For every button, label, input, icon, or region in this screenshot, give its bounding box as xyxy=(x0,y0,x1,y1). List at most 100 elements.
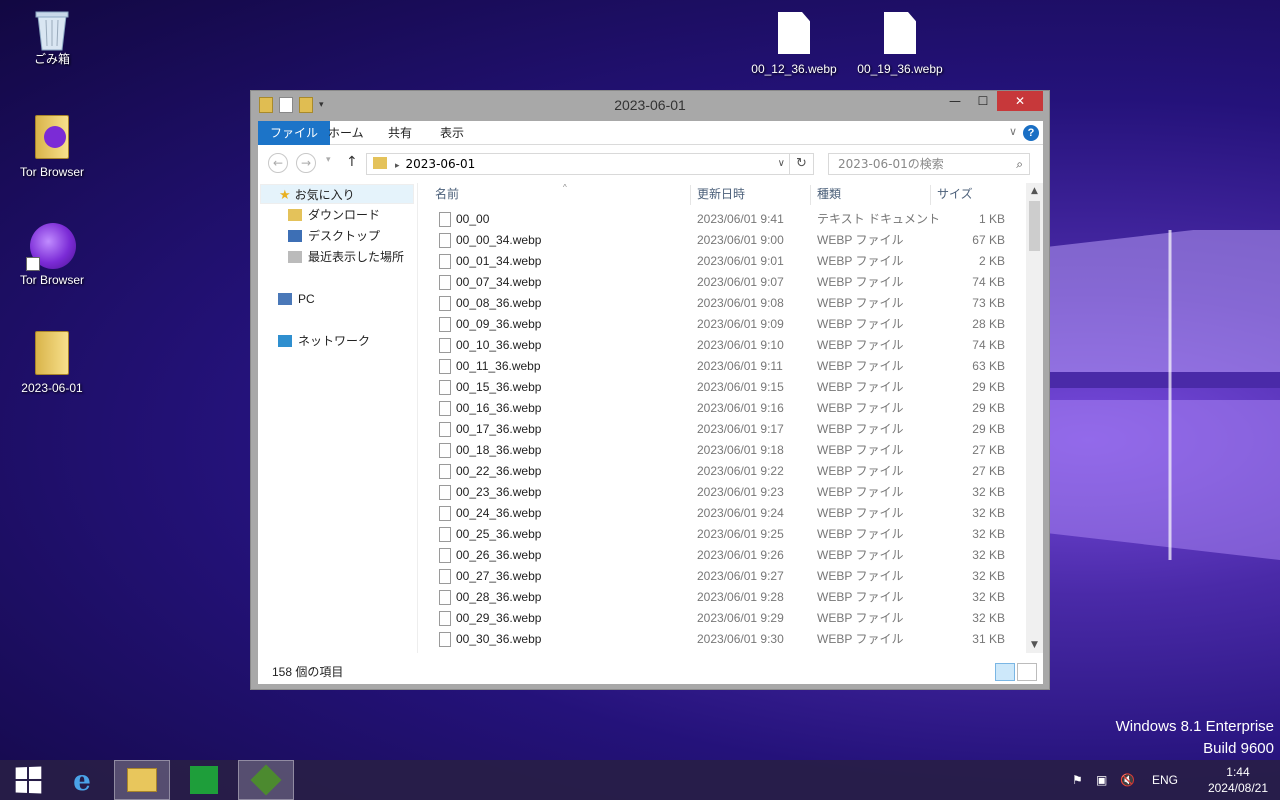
minimize-button[interactable]: — xyxy=(941,91,969,111)
forward-button[interactable]: → xyxy=(296,153,316,173)
column-divider[interactable] xyxy=(930,185,931,205)
nav-pc[interactable]: PC xyxy=(278,289,315,309)
start-button[interactable] xyxy=(0,760,56,800)
file-icon xyxy=(439,296,451,311)
title-bar[interactable]: ▾ 2023-06-01 — ☐ ✕ xyxy=(251,91,1049,121)
file-date: 2023/06/01 9:28 xyxy=(697,590,784,604)
column-header-name[interactable]: 名前 ^ xyxy=(435,183,685,205)
volume-muted-icon[interactable]: 🔇 xyxy=(1120,773,1135,787)
taskbar-internet-explorer[interactable]: e xyxy=(54,760,110,800)
desktop-icon-tor-browser-folder[interactable]: Tor Browser xyxy=(6,115,98,179)
tab-share[interactable]: 共有 xyxy=(376,121,424,145)
table-row[interactable]: 00_10_36.webp 2023/06/01 9:10 WEBP ファイル 74 … xyxy=(423,335,1013,356)
table-row[interactable]: 00_29_36.webp 2023/06/01 9:29 WEBP ファイル 32 … xyxy=(423,608,1013,629)
nav-favorites[interactable]: ★ お気に入り xyxy=(260,184,414,204)
clock[interactable]: 1:44 2024/08/21 xyxy=(1208,764,1268,796)
column-header-size[interactable]: サイズ xyxy=(937,183,973,205)
scrollbar-thumb[interactable] xyxy=(1029,201,1040,251)
search-icon[interactable]: ⌕ xyxy=(1016,154,1023,174)
chevron-down-icon[interactable]: ∨ xyxy=(778,154,785,174)
desktop-icon-webp-file[interactable]: 00_12_36.webp xyxy=(748,12,840,76)
file-icon xyxy=(878,12,922,58)
up-button[interactable]: ↑ xyxy=(346,154,358,170)
address-field[interactable]: ▸ 2023-06-01 ∨ xyxy=(366,153,790,175)
file-size: 1 KB xyxy=(978,212,1005,226)
column-header-date[interactable]: 更新日時 xyxy=(697,183,745,205)
table-row[interactable]: 00_00 2023/06/01 9:41 テキスト ドキュメント 1 KB xyxy=(423,209,1013,230)
table-row[interactable]: 00_24_36.webp 2023/06/01 9:24 WEBP ファイル 32 … xyxy=(423,503,1013,524)
refresh-button[interactable]: ↻ xyxy=(790,153,814,175)
details-view-icon[interactable] xyxy=(995,663,1015,681)
table-row[interactable]: 00_17_36.webp 2023/06/01 9:17 WEBP ファイル 29 … xyxy=(423,419,1013,440)
taskbar-store[interactable] xyxy=(176,760,232,800)
table-row[interactable]: 00_30_36.webp 2023/06/01 9:30 WEBP ファイル 31 … xyxy=(423,629,1013,650)
expand-ribbon-icon[interactable]: ∨ xyxy=(1009,125,1017,138)
table-row[interactable]: 00_15_36.webp 2023/06/01 9:15 WEBP ファイル 29 … xyxy=(423,377,1013,398)
table-row[interactable]: 00_22_36.webp 2023/06/01 9:22 WEBP ファイル 27 … xyxy=(423,461,1013,482)
recent-locations-chevron-icon[interactable]: ▾ xyxy=(326,155,331,165)
large-icons-view-icon[interactable] xyxy=(1017,663,1037,681)
help-icon[interactable]: ? xyxy=(1023,125,1039,141)
file-type: WEBP ファイル xyxy=(817,422,904,436)
desktop-icon-folder-2023-06-01[interactable]: 2023-06-01 xyxy=(6,331,98,395)
breadcrumb[interactable]: 2023-06-01 xyxy=(406,157,476,171)
table-row[interactable]: 00_07_34.webp 2023/06/01 9:07 WEBP ファイル 74 … xyxy=(423,272,1013,293)
back-button[interactable]: ← xyxy=(268,153,288,173)
column-divider[interactable] xyxy=(690,185,691,205)
column-divider[interactable] xyxy=(810,185,811,205)
file-name: 00_17_36.webp xyxy=(456,422,542,436)
search-input[interactable]: 2023-06-01の検索 ⌕ xyxy=(828,153,1030,175)
desktop-icon-tor-browser-shortcut[interactable]: Tor Browser xyxy=(6,223,98,287)
maximize-button[interactable]: ☐ xyxy=(969,91,997,111)
table-row[interactable]: 00_26_36.webp 2023/06/01 9:26 WEBP ファイル 32 … xyxy=(423,545,1013,566)
table-row[interactable]: 00_01_34.webp 2023/06/01 9:01 WEBP ファイル 2 K… xyxy=(423,251,1013,272)
table-row[interactable]: 00_11_36.webp 2023/06/01 9:11 WEBP ファイル 63 … xyxy=(423,356,1013,377)
file-type: WEBP ファイル xyxy=(817,401,904,415)
table-row[interactable]: 00_18_36.webp 2023/06/01 9:18 WEBP ファイル 27 … xyxy=(423,440,1013,461)
table-row[interactable]: 00_23_36.webp 2023/06/01 9:23 WEBP ファイル 32 … xyxy=(423,482,1013,503)
input-language[interactable]: ENG xyxy=(1152,773,1178,787)
nav-recent-places[interactable]: 最近表示した場所 xyxy=(288,247,404,267)
taskbar-app[interactable] xyxy=(238,760,294,800)
nav-label: デスクトップ xyxy=(308,229,381,243)
nav-downloads[interactable]: ダウンロード xyxy=(288,205,380,225)
file-type: WEBP ファイル xyxy=(817,254,904,268)
desktop-icon-webp-file[interactable]: 00_19_36.webp xyxy=(854,12,946,76)
column-header-type[interactable]: 種類 xyxy=(817,183,841,205)
desktop-icon-recycle-bin[interactable]: ごみ箱 xyxy=(6,8,98,67)
vertical-scrollbar[interactable]: ▲ ▼ xyxy=(1026,183,1043,653)
tab-home[interactable]: ホーム xyxy=(316,121,376,145)
file-icon xyxy=(439,338,451,353)
navigation-pane: ★ お気に入り ダウンロード デスクトップ 最近表示した場所 PC ネットワーク xyxy=(258,183,418,653)
nav-network[interactable]: ネットワーク xyxy=(278,331,370,351)
table-row[interactable]: 00_16_36.webp 2023/06/01 9:16 WEBP ファイル 29 … xyxy=(423,398,1013,419)
table-row[interactable]: 00_08_36.webp 2023/06/01 9:08 WEBP ファイル 73 … xyxy=(423,293,1013,314)
windows-start-icon xyxy=(15,766,42,794)
file-icon xyxy=(439,527,451,542)
table-row[interactable]: 00_09_36.webp 2023/06/01 9:09 WEBP ファイル 28 … xyxy=(423,314,1013,335)
nav-desktop[interactable]: デスクトップ xyxy=(288,226,380,246)
close-button[interactable]: ✕ xyxy=(997,91,1043,111)
file-name: 00_00 xyxy=(456,212,490,226)
table-row[interactable]: 00_28_36.webp 2023/06/01 9:28 WEBP ファイル 32 … xyxy=(423,587,1013,608)
table-row[interactable]: 00_00_34.webp 2023/06/01 9:00 WEBP ファイル 67 … xyxy=(423,230,1013,251)
scroll-up-icon[interactable]: ▲ xyxy=(1026,183,1043,199)
file-size: 32 KB xyxy=(972,506,1005,520)
file-date: 2023/06/01 9:16 xyxy=(697,401,784,415)
scroll-down-icon[interactable]: ▼ xyxy=(1026,637,1043,653)
internet-explorer-icon: e xyxy=(73,763,91,797)
file-size: 28 KB xyxy=(972,317,1005,331)
file-name: 00_25_36.webp xyxy=(456,527,542,541)
os-watermark: Windows 8.1 Enterprise Build 9600 xyxy=(1116,716,1274,760)
file-size: 27 KB xyxy=(972,464,1005,478)
file-name: 00_09_36.webp xyxy=(456,317,542,331)
table-row[interactable]: 00_25_36.webp 2023/06/01 9:25 WEBP ファイル 32 … xyxy=(423,524,1013,545)
action-center-flag-icon[interactable]: ⚑ xyxy=(1072,773,1083,787)
table-row[interactable]: 00_27_36.webp 2023/06/01 9:27 WEBP ファイル 32 … xyxy=(423,566,1013,587)
file-type: WEBP ファイル xyxy=(817,233,904,247)
tab-view[interactable]: 表示 xyxy=(428,121,476,145)
network-icon[interactable]: ▣ xyxy=(1096,773,1107,787)
desktop-icon-label: Tor Browser xyxy=(19,165,84,179)
taskbar-file-explorer[interactable] xyxy=(114,760,170,800)
file-type: WEBP ファイル xyxy=(817,296,904,310)
